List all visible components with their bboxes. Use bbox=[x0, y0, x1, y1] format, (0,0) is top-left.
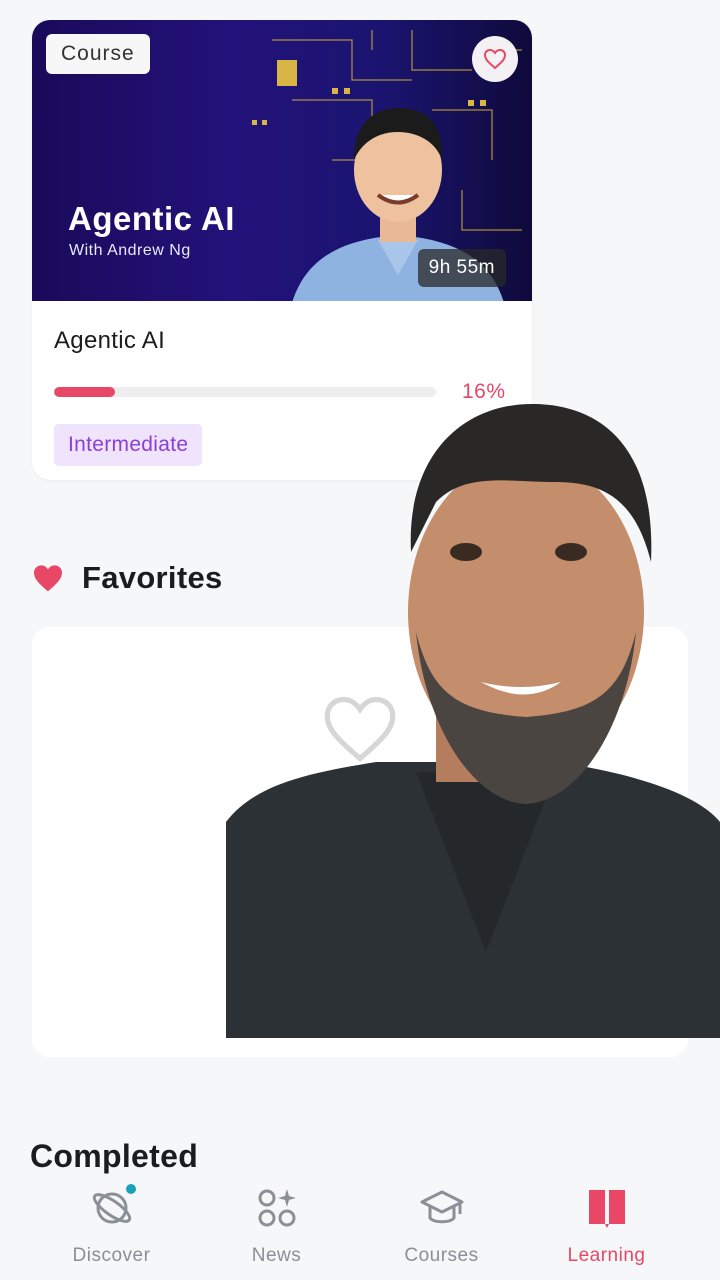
course-title: Agentic AI bbox=[54, 327, 166, 354]
nav-label: News bbox=[251, 1245, 302, 1266]
apps-sparkle-icon bbox=[255, 1186, 299, 1230]
course-thumbnail[interactable]: Course Agentic AI With Andrew Ng 9h 55m bbox=[32, 20, 532, 301]
planet-icon bbox=[90, 1182, 138, 1230]
favorites-title: Favorites bbox=[82, 560, 223, 595]
notification-dot bbox=[123, 1182, 138, 1196]
nav-discover[interactable]: Discover bbox=[29, 1174, 194, 1280]
book-open-icon bbox=[585, 1186, 629, 1230]
thumbnail-instructor: With Andrew Ng bbox=[69, 242, 191, 259]
graduation-cap-icon bbox=[420, 1186, 464, 1230]
nav-label: Courses bbox=[404, 1245, 479, 1266]
favorites-heading: Favorites bbox=[32, 560, 223, 596]
nav-news[interactable]: News bbox=[194, 1174, 359, 1280]
heart-filled-icon bbox=[34, 565, 62, 592]
nav-label: Discover bbox=[72, 1245, 151, 1266]
nav-learning[interactable]: Learning bbox=[524, 1174, 689, 1280]
presenter-video-overlay bbox=[226, 403, 720, 1038]
completed-heading: Completed bbox=[30, 1138, 199, 1174]
progress-fill bbox=[54, 387, 116, 397]
duration-badge: 9h 55m bbox=[417, 249, 506, 287]
level-badge: Intermediate bbox=[54, 424, 203, 466]
heart-outline-icon bbox=[483, 48, 507, 70]
nav-courses[interactable]: Courses bbox=[359, 1174, 524, 1280]
bottom-navigation: Discover News Courses Learning bbox=[0, 1174, 720, 1280]
course-type-badge: Course bbox=[46, 34, 150, 74]
favorite-button[interactable] bbox=[472, 36, 518, 82]
thumbnail-title: Agentic AI bbox=[68, 200, 235, 237]
nav-label: Learning bbox=[567, 1245, 646, 1266]
